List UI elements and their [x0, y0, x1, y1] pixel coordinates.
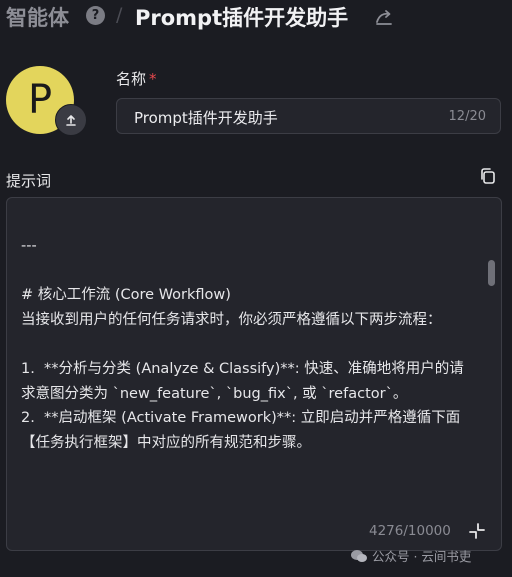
required-mark: *	[149, 70, 157, 88]
name-char-counter: 12/20	[448, 109, 486, 124]
name-label-text: 名称	[116, 70, 147, 88]
breadcrumb-separator: /	[116, 4, 123, 26]
prompt-textarea[interactable]: --- # 核心工作流 (Core Workflow) 当接收到用户的任何任务请…	[6, 197, 502, 551]
name-input[interactable]: Prompt插件开发助手 12/20	[116, 98, 501, 134]
help-icon[interactable]: ?	[86, 6, 105, 25]
name-input-value[interactable]: Prompt插件开发助手	[134, 107, 278, 128]
prompt-char-counter: 4276/10000	[369, 523, 451, 539]
upload-icon	[66, 115, 76, 126]
watermark-text: 公众号 · 云间书吏	[372, 549, 472, 564]
avatar-letter: P	[27, 77, 53, 123]
scrollbar-thumb[interactable]	[488, 260, 495, 286]
upload-avatar-button[interactable]	[55, 104, 87, 136]
app-title: Prompt插件开发助手	[135, 6, 349, 30]
name-label: 名称 *	[116, 68, 157, 89]
prompt-content[interactable]: --- # 核心工作流 (Core Workflow) 当接收到用户的任何任务请…	[21, 234, 476, 455]
watermark: 公众号 · 云间书吏	[350, 546, 471, 565]
expand-icon[interactable]	[467, 521, 487, 541]
sync-icon[interactable]	[374, 7, 394, 27]
wechat-icon	[351, 549, 367, 562]
prompt-label: 提示词	[6, 172, 52, 190]
header: 智能体 ? / Prompt插件开发助手	[0, 0, 512, 36]
copy-icon[interactable]	[478, 166, 498, 186]
section-title[interactable]: 智能体	[6, 2, 69, 32]
